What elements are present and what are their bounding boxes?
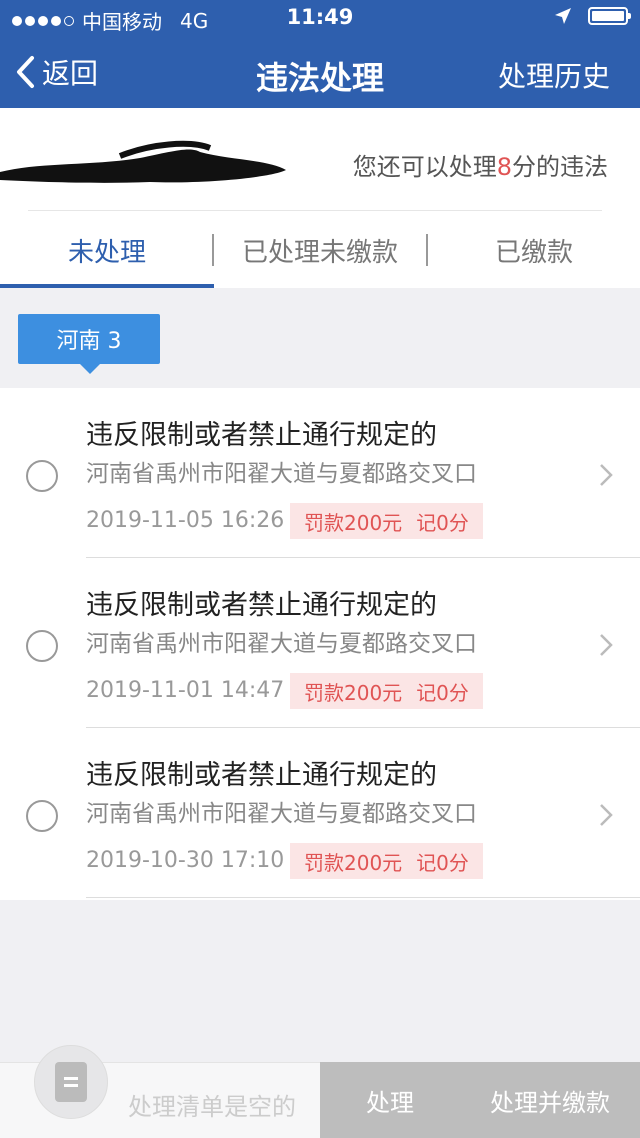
process-and-pay-button[interactable]: 处理并缴款 [460,1062,640,1138]
points-suffix: 分的违法 [512,153,608,181]
violation-item[interactable]: 违反限制或者禁止通行规定的 河南省禹州市阳翟大道与夏都路交叉口 2019-11-… [0,388,640,558]
violation-location: 河南省禹州市阳翟大道与夏都路交叉口 [86,461,477,487]
tab-unprocessed[interactable]: 未处理 [0,212,214,288]
penalty-points: 记0分 [416,510,469,535]
header-divider [28,210,602,211]
select-radio[interactable] [26,800,58,832]
points-prefix: 您还可以处理 [352,153,497,181]
location-arrow-icon [555,8,571,24]
status-bar: 中国移动 4G 11:49 [0,0,640,36]
chevron-right-icon [600,464,613,486]
violation-title: 违反限制或者禁止通行规定的 [86,420,437,451]
remaining-points-text: 您还可以处理8分的违法 [353,147,608,182]
process-list-button[interactable] [34,1045,108,1119]
fine-amount: 罚款200元 [304,850,403,875]
penalty-points: 记0分 [416,850,469,875]
points-value: 8 [496,153,512,181]
violation-list: 违反限制或者禁止通行规定的 河南省禹州市阳翟大道与夏都路交叉口 2019-11-… [0,388,640,900]
row-divider [86,897,640,898]
list-document-icon [55,1062,87,1102]
nav-bar: 返回 违法处理 处理历史 [0,36,640,108]
violation-location: 河南省禹州市阳翟大道与夏都路交叉口 [86,631,477,657]
fine-badge: 罚款200元 记0分 [290,673,483,709]
tab-bar: 未处理 已处理未缴款 已缴款 [0,212,640,288]
tab-processed-unpaid[interactable]: 已处理未缴款 [214,212,426,288]
violation-title: 违反限制或者禁止通行规定的 [86,590,437,621]
fine-badge: 罚款200元 记0分 [290,843,483,879]
header-section: 您还可以处理8分的违法 未处理 已处理未缴款 已缴款 [0,108,640,288]
fine-amount: 罚款200元 [304,510,403,535]
violation-datetime: 2019-11-05 16:26 [86,508,285,533]
violation-title: 违反限制或者禁止通行规定的 [86,760,437,791]
fine-amount: 罚款200元 [304,680,403,705]
bottom-bar: 处理清单是空的 处理 处理并缴款 [0,1045,640,1138]
chevron-right-icon [600,804,613,826]
penalty-points: 记0分 [416,680,469,705]
license-plate-redacted [0,140,286,183]
empty-list-text: 处理清单是空的 [128,1093,296,1121]
region-area: 河南 3 [0,288,640,388]
region-badge[interactable]: 河南 3 [18,314,160,374]
violation-item[interactable]: 违反限制或者禁止通行规定的 河南省禹州市阳翟大道与夏都路交叉口 2019-11-… [0,558,640,728]
process-list-area: 处理清单是空的 [0,1045,320,1138]
tab-paid[interactable]: 已缴款 [428,212,640,288]
history-button[interactable]: 处理历史 [498,55,610,95]
status-time: 11:49 [286,5,354,29]
violation-item[interactable]: 违反限制或者禁止通行规定的 河南省禹州市阳翟大道与夏都路交叉口 2019-10-… [0,728,640,898]
status-right [554,7,631,25]
select-radio[interactable] [26,460,58,492]
battery-icon [588,7,631,25]
fine-badge: 罚款200元 记0分 [290,503,483,539]
select-radio[interactable] [26,630,58,662]
violation-datetime: 2019-11-01 14:47 [86,678,285,703]
violation-datetime: 2019-10-30 17:10 [86,848,285,873]
process-button[interactable]: 处理 [320,1062,460,1138]
chevron-right-icon [600,634,613,656]
violation-location: 河南省禹州市阳翟大道与夏都路交叉口 [86,801,477,827]
